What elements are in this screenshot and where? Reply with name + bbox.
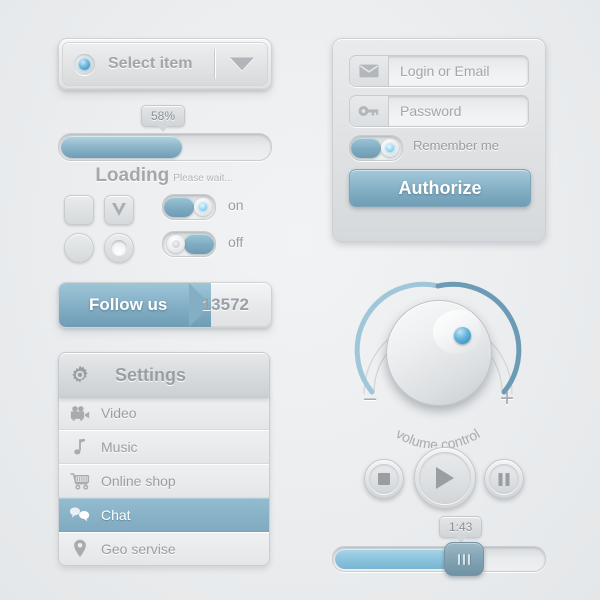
progress-fill xyxy=(61,136,182,158)
key-icon xyxy=(350,96,389,126)
menu-item-label: Chat xyxy=(101,506,131,523)
select-item-inner: Select item xyxy=(62,42,268,86)
chevron-down-icon[interactable] xyxy=(230,57,254,71)
toggle-pill xyxy=(164,197,194,217)
ui-kit-canvas: Select item 58% Loading Please wait... o… xyxy=(0,0,600,600)
select-item-dropdown[interactable]: Select item xyxy=(58,38,272,90)
time-slider: 1:43 xyxy=(332,516,546,586)
settings-header[interactable]: Settings xyxy=(58,352,270,398)
password-field-value: Password xyxy=(400,103,462,119)
menu-item-video[interactable]: Video xyxy=(59,396,269,430)
menu-item-chat[interactable]: Chat xyxy=(59,498,269,532)
remember-me-label: Remember me xyxy=(413,138,499,153)
password-field[interactable]: Password xyxy=(349,95,529,127)
authorize-button[interactable]: Authorize xyxy=(349,169,531,207)
form-controls-group: on off xyxy=(58,192,278,263)
toggle-knob xyxy=(167,235,185,253)
svg-text:volume control: volume control xyxy=(393,425,482,448)
select-item-label: Select item xyxy=(108,55,193,72)
menu-item-geo-servise[interactable]: Geo servise xyxy=(59,532,269,565)
radio-unchecked[interactable] xyxy=(64,233,94,263)
loading-progress: 58% Loading Please wait... xyxy=(58,105,272,190)
please-wait-label: Please wait... xyxy=(173,173,233,184)
volume-caption: volume control xyxy=(393,425,482,448)
menu-item-label: Music xyxy=(101,438,138,455)
map-pin-icon xyxy=(59,539,101,558)
time-track[interactable] xyxy=(332,546,546,572)
menu-item-label: Geo servise xyxy=(101,540,176,557)
follow-us-label: Follow us xyxy=(89,295,168,314)
pause-icon xyxy=(498,472,510,486)
check-icon xyxy=(112,203,126,216)
toggle-knob xyxy=(194,198,212,216)
menu-item-music[interactable]: Music xyxy=(59,430,269,464)
gear-icon xyxy=(59,364,101,386)
menu-item-label: Online shop xyxy=(101,472,176,489)
checkbox-unchecked[interactable] xyxy=(64,195,94,225)
stop-button[interactable] xyxy=(364,459,404,499)
remember-me-toggle[interactable] xyxy=(349,135,403,161)
checkbox-checked[interactable] xyxy=(104,195,134,225)
settings-item-list: Video Music Online shop Chat Geo servise xyxy=(58,396,270,566)
play-icon xyxy=(436,467,454,489)
shopping-cart-icon xyxy=(59,472,101,490)
loading-label: Loading xyxy=(95,165,170,186)
toggle-on-label: on xyxy=(228,197,244,213)
stop-icon xyxy=(378,473,390,485)
led-indicator-icon xyxy=(74,53,95,75)
toggle-switch-on[interactable] xyxy=(162,194,216,220)
progress-track[interactable] xyxy=(58,133,272,161)
menu-item-online-shop[interactable]: Online shop xyxy=(59,464,269,498)
menu-item-label: Video xyxy=(101,404,137,421)
email-field-value: Login or Email xyxy=(400,63,490,79)
knob-indicator-icon xyxy=(454,327,471,344)
follow-us-count: 13572 xyxy=(201,295,249,314)
radio-dot xyxy=(111,240,127,256)
toggle-off-label: off xyxy=(228,234,244,250)
login-panel: Login or Email Password Remember me Auth… xyxy=(332,38,546,242)
toggle-pill xyxy=(184,234,214,254)
media-player-controls xyxy=(358,447,524,509)
toggle-knob xyxy=(381,139,399,157)
slider-grip-icon[interactable] xyxy=(444,542,484,576)
settings-title: Settings xyxy=(115,364,187,385)
radio-checked[interactable] xyxy=(104,233,134,263)
follow-us-bar[interactable]: Follow us 13572 xyxy=(58,282,272,328)
video-camera-icon xyxy=(59,405,101,421)
play-button[interactable] xyxy=(414,447,476,509)
chat-bubbles-icon xyxy=(59,506,101,523)
envelope-icon xyxy=(350,56,389,86)
toggle-pill xyxy=(351,138,381,158)
pause-button[interactable] xyxy=(484,459,524,499)
progress-percent-tooltip: 58% xyxy=(141,105,186,132)
music-note-icon xyxy=(59,438,101,456)
toggle-switch-off[interactable] xyxy=(162,231,216,257)
time-tooltip: 1:43 xyxy=(439,516,483,543)
email-field[interactable]: Login or Email xyxy=(349,55,529,87)
authorize-button-label: Authorize xyxy=(398,177,482,198)
progress-caption: Loading Please wait... xyxy=(58,165,270,187)
settings-menu: Settings Video Music Online shop Chat Ge… xyxy=(58,352,270,566)
volume-control: – + volume control xyxy=(348,262,528,448)
select-divider xyxy=(214,49,215,79)
